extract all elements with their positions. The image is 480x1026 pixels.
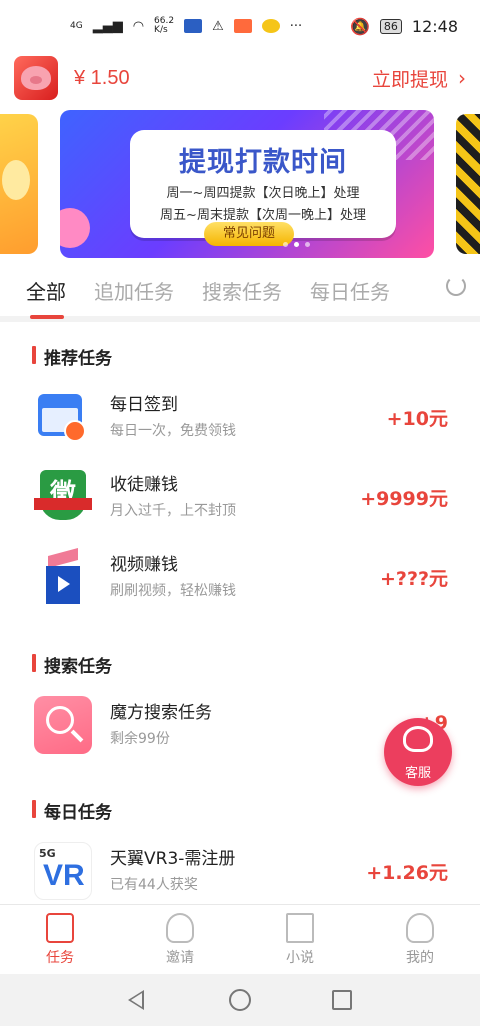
nav-label: 任务 xyxy=(46,950,74,966)
invite-icon xyxy=(166,913,194,943)
book-icon xyxy=(286,913,314,943)
tab-search-tasks[interactable]: 搜索任务 xyxy=(202,276,282,305)
tab-daily-tasks[interactable]: 每日任务 xyxy=(310,276,390,305)
tab-extra-tasks[interactable]: 追加任务 xyxy=(94,276,174,305)
task-name: 收徒赚钱 xyxy=(110,475,178,495)
banner-prev-card[interactable] xyxy=(0,114,38,254)
task-desc: 剩余99份 xyxy=(110,731,170,747)
customer-service-label: 客服 xyxy=(404,766,431,781)
task-desc: 已有44人获奖 xyxy=(110,877,198,893)
banner-title: 提现打款时间 xyxy=(179,147,347,178)
nav-item-novel[interactable]: 小说 xyxy=(240,905,360,974)
nav-item-tasks[interactable]: 任务 xyxy=(0,905,120,974)
home-icon[interactable] xyxy=(229,989,251,1011)
invite-shield-icon: 徵 xyxy=(34,468,92,526)
task-name: 每日签到 xyxy=(110,395,178,415)
speed-unit: K/s xyxy=(154,25,168,35)
bottom-nav: 任务 邀请 小说 我的 xyxy=(0,904,480,974)
balance-amount: ¥ 1.50 xyxy=(74,66,130,89)
task-item-invite[interactable]: 徵 收徒赚钱 月入过千，上不封顶 +9999元 xyxy=(0,458,480,538)
task-reward: +???元 xyxy=(380,568,448,590)
section-title-daily: 每日任务 xyxy=(32,798,112,823)
task-reward: +10元 xyxy=(386,408,448,430)
wifi-icon: ◠ xyxy=(132,18,145,34)
app-notification-icon xyxy=(233,19,252,33)
warning-icon: ⚠ xyxy=(212,18,224,34)
task-reward: +9999元 xyxy=(360,488,448,510)
task-tabs: 全部 追加任务 搜索任务 每日任务 xyxy=(0,264,480,319)
task-icon xyxy=(46,913,74,943)
network-indicator: 4G xyxy=(70,20,83,31)
banner-line-1: 周一~周四提款【次日晚上】处理 xyxy=(166,186,360,201)
nav-label: 小说 xyxy=(286,950,314,966)
customer-service-button[interactable]: 客服 xyxy=(384,718,452,786)
pig-avatar-icon[interactable] xyxy=(14,56,58,100)
signal-icon: ▂▄▆ xyxy=(92,18,123,34)
calendar-check-icon xyxy=(34,388,92,446)
profile-icon xyxy=(406,913,434,943)
task-name: 魔方搜索任务 xyxy=(110,703,212,723)
video-clapper-icon xyxy=(34,548,92,606)
nav-label: 我的 xyxy=(406,950,434,966)
section-title-search: 搜索任务 xyxy=(32,652,112,677)
task-desc: 月入过千，上不封顶 xyxy=(110,503,236,519)
5g-vr-icon: 5G VR xyxy=(34,842,92,900)
header: ¥ 1.50 立即提现 › xyxy=(0,52,480,104)
system-navigation-bar xyxy=(0,974,480,1026)
carousel-dot-active[interactable] xyxy=(294,242,299,247)
nav-item-profile[interactable]: 我的 xyxy=(360,905,480,974)
more-icon: ··· xyxy=(289,18,303,34)
task-name: 视频赚钱 xyxy=(110,555,178,575)
back-icon[interactable] xyxy=(128,990,144,1010)
task-item-video[interactable]: 视频赚钱 刷刷视频，轻松赚钱 +???元 xyxy=(0,538,480,618)
status-left: 4G ▂▄▆ ◠ 66.2 K/s ⚠ ··· xyxy=(70,17,302,35)
task-desc: 每日一次，免费领钱 xyxy=(110,423,236,439)
carousel-dot[interactable] xyxy=(283,242,288,247)
customer-service-icon xyxy=(403,726,433,752)
task-name: 天翼VR3-需注册 xyxy=(110,849,236,869)
network-speed: 66.2 K/s xyxy=(154,17,174,35)
task-item-daily-signin[interactable]: 每日签到 每日一次，免费领钱 +10元 xyxy=(0,378,480,458)
section-title-recommended: 推荐任务 xyxy=(32,344,112,369)
app-notification-icon xyxy=(261,19,280,33)
task-item-vr[interactable]: 5G VR 天翼VR3-需注册 已有44人获奖 +1.26元 xyxy=(0,832,480,904)
status-bar: 4G ▂▄▆ ◠ 66.2 K/s ⚠ ··· 🔕 86 12:48 xyxy=(0,0,480,52)
withdraw-button[interactable]: 立即提现 › xyxy=(372,65,466,92)
banner-line-2: 周五~周末提款【次周一晚上】处理 xyxy=(160,208,366,223)
battery-icon: 86 xyxy=(379,18,402,34)
vr-label: VR xyxy=(43,859,85,892)
withdraw-time-banner[interactable]: 提现打款时间 周一~周四提款【次日晚上】处理 周五~周末提款【次周一晚上】处理 … xyxy=(60,110,434,258)
withdraw-label: 立即提现 xyxy=(371,68,448,91)
clock: 12:48 xyxy=(411,16,458,36)
tab-all[interactable]: 全部 xyxy=(26,276,66,319)
magnifier-icon xyxy=(34,696,92,754)
faq-button[interactable]: 常见问题 xyxy=(204,222,294,246)
status-right: 🔕 86 12:48 xyxy=(350,17,458,36)
task-list: 推荐任务 每日签到 每日一次，免费领钱 +10元 徵 收徒赚钱 月入过千，上不封… xyxy=(0,322,480,904)
banner-next-card[interactable] xyxy=(456,114,480,254)
nav-item-invite[interactable]: 邀请 xyxy=(120,905,240,974)
refresh-icon[interactable] xyxy=(446,276,466,296)
app-notification-icon xyxy=(184,19,203,33)
banner-carousel[interactable]: 提现打款时间 周一~周四提款【次日晚上】处理 周五~周末提款【次周一晚上】处理 … xyxy=(0,104,480,264)
task-reward: +1.26元 xyxy=(366,862,448,884)
recent-apps-icon[interactable] xyxy=(332,990,352,1010)
mute-icon: 🔕 xyxy=(349,16,370,36)
nav-label: 邀请 xyxy=(166,950,194,966)
carousel-dots xyxy=(283,242,310,247)
chevron-right-icon: › xyxy=(458,66,466,90)
carousel-dot[interactable] xyxy=(305,242,310,247)
task-desc: 刷刷视频，轻松赚钱 xyxy=(110,583,236,599)
